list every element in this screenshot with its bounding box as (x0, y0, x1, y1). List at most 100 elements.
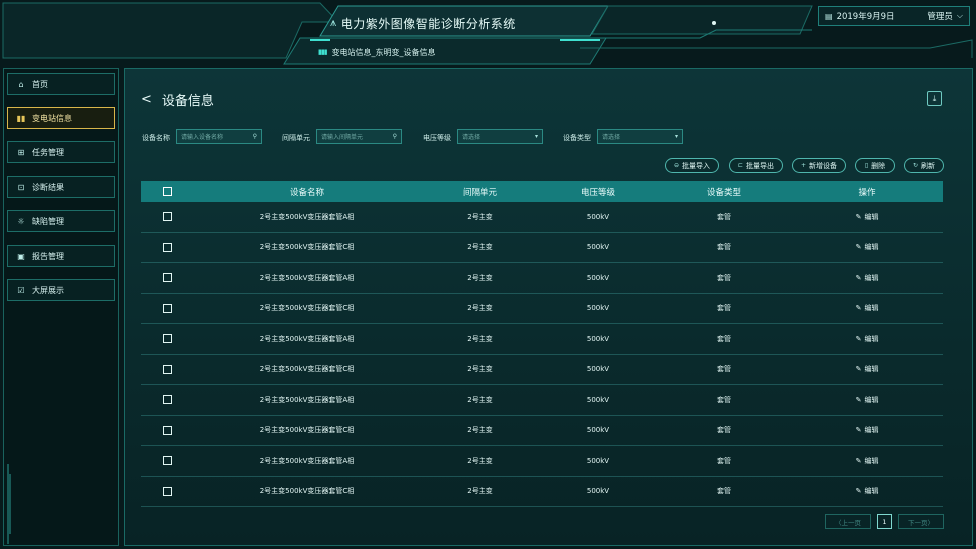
edit-button[interactable]: ✎ 编辑 (856, 273, 879, 283)
row-checkbox[interactable] (162, 303, 172, 313)
refresh-label: 刷新 (921, 161, 936, 170)
bay-label: 间隔单元 (282, 134, 310, 142)
refresh-button[interactable]: ↻ 刷新 (904, 158, 944, 173)
page-title-text: 设备信息 (161, 94, 214, 109)
pencil-icon: ✎ (855, 487, 862, 496)
delete-button[interactable]: ▯ 删除 (855, 158, 895, 173)
sidebar-item-reports[interactable]: ▣ 报告管理 (7, 245, 115, 267)
cell-name: 2号主变500kV变压器套管C相 (259, 243, 355, 252)
pencil-icon: ✎ (855, 426, 862, 435)
cell-voltage: 500kV (586, 334, 610, 343)
edit-button[interactable]: ✎ 编辑 (856, 334, 879, 344)
bay-input[interactable]: 请输入间隔单元 ⚲ (316, 129, 402, 144)
sidebar-item-substation[interactable]: ▮▮ 变电站信息 (7, 107, 115, 129)
sidebar-item-tasks[interactable]: ⊞ 任务管理 (7, 141, 115, 163)
table-row: 2号主变500kV变压器套管C相 2号主变 500kV 套管 ✎ 编辑 (141, 294, 943, 324)
cell-voltage: 500kV (586, 426, 610, 435)
cell-bay: 2号主变 (467, 304, 493, 313)
breadcrumb-text: 变电站信息_东明变_设备信息 (331, 47, 436, 57)
sidebar-item-label: 任务管理 (32, 147, 64, 157)
edit-button[interactable]: ✎ 编辑 (856, 456, 879, 466)
edit-button[interactable]: ✎ 编辑 (856, 486, 879, 496)
sidebar-item-label: 变电站信息 (32, 113, 72, 123)
calendar-icon: ▤ (825, 11, 833, 21)
edit-label: 编辑 (864, 212, 879, 221)
page-title: < 设备信息 (141, 90, 214, 109)
download-icon[interactable]: ⤓ (927, 91, 942, 106)
row-checkbox[interactable] (162, 395, 172, 405)
doc-icon: ▣ (17, 251, 25, 261)
cell-bay: 2号主变 (467, 456, 493, 465)
sidebar: ⌂ 首页 ▮▮ 变电站信息 ⊞ 任务管理 ⊡ 诊断结果 ☼ 缺陷管理 ▣ 报告管… (3, 68, 119, 546)
row-checkbox[interactable] (162, 364, 172, 374)
row-checkbox[interactable] (162, 334, 172, 344)
row-checkbox[interactable] (162, 273, 172, 283)
type-select[interactable]: 请选择 ▾ (597, 129, 683, 144)
edit-label: 编辑 (864, 395, 879, 404)
sidebar-item-home[interactable]: ⌂ 首页 (7, 73, 115, 95)
table-row: 2号主变500kV变压器套管C相 2号主变 500kV 套管 ✎ 编辑 (141, 416, 943, 446)
grid-icon: ⊞ (17, 147, 25, 157)
edit-button[interactable]: ✎ 编辑 (856, 364, 879, 374)
row-checkbox[interactable] (162, 456, 172, 466)
voltage-select[interactable]: 请选择 ▾ (457, 129, 543, 144)
row-checkbox[interactable] (162, 486, 172, 496)
cell-name: 2号主变500kV变压器套管A相 (259, 395, 355, 404)
cell-type: 套管 (717, 243, 731, 252)
pencil-icon: ✎ (855, 212, 862, 221)
sidebar-item-label: 大屏展示 (32, 285, 64, 295)
device-name-input[interactable]: 请输入设备名称 ⚲ (176, 129, 262, 144)
batch-export-label: 批量导出 (746, 161, 775, 170)
pencil-icon: ✎ (855, 334, 862, 343)
voltage-label: 电压等级 (423, 134, 451, 142)
search-icon: ⚲ (392, 133, 397, 140)
add-device-button[interactable]: + 新增设备 (792, 158, 846, 173)
page-number-button[interactable]: 1 (877, 514, 892, 529)
prev-page-button[interactable]: 〈 上一页 (825, 514, 871, 529)
column-header-voltage: 电压等级 (580, 187, 615, 198)
cell-bay: 2号主变 (467, 273, 493, 282)
sidebar-item-defects[interactable]: ☼ 缺陷管理 (7, 210, 115, 232)
cell-type: 套管 (717, 334, 731, 343)
edit-button[interactable]: ✎ 编辑 (856, 242, 879, 252)
cell-voltage: 500kV (586, 243, 610, 252)
pencil-icon: ✎ (855, 243, 862, 252)
bars-icon: ▮▮▮ (318, 48, 328, 56)
pencil-icon: ✎ (855, 365, 862, 374)
app-title: ⩚ 电力紫外图像智能诊断分析系统 (330, 13, 570, 33)
back-icon[interactable]: < (141, 92, 152, 107)
batch-export-button[interactable]: ⊏ 批量导出 (729, 158, 783, 173)
batch-import-label: 批量导入 (682, 161, 711, 170)
sidebar-item-label: 诊断结果 (32, 182, 64, 192)
row-checkbox[interactable] (162, 242, 172, 252)
pencil-icon: ✎ (855, 456, 862, 465)
sidebar-item-bigscreen[interactable]: ☑ 大屏展示 (7, 279, 115, 301)
cell-voltage: 500kV (586, 273, 610, 282)
sidebar-item-label: 缺陷管理 (32, 216, 64, 226)
cell-bay: 2号主变 (467, 212, 493, 221)
edit-label: 编辑 (864, 304, 879, 313)
edit-button[interactable]: ✎ 编辑 (856, 425, 879, 435)
refresh-icon: ↻ (912, 162, 919, 169)
batch-import-button[interactable]: ⊖ 批量导入 (665, 158, 719, 173)
device-table: 设备名称 间隔单元 电压等级 设备类型 操作 2号主变500kV变压器套管A相 … (141, 181, 943, 507)
row-checkbox[interactable] (162, 425, 172, 435)
home-icon: ⌂ (18, 79, 24, 89)
row-checkbox[interactable] (162, 212, 172, 222)
edit-button[interactable]: ✎ 编辑 (856, 212, 879, 222)
edit-button[interactable]: ✎ 编辑 (856, 395, 879, 405)
column-header-bay: 间隔单元 (462, 187, 497, 198)
type-placeholder: 请选择 (602, 134, 621, 141)
column-header-action: 操作 (858, 187, 876, 198)
edit-label: 编辑 (864, 426, 879, 435)
sidebar-item-diagnosis[interactable]: ⊡ 诊断结果 (7, 176, 115, 198)
cell-type: 套管 (717, 395, 731, 404)
breadcrumb: ▮▮▮ 变电站信息_东明变_设备信息 (318, 45, 436, 59)
voltage-placeholder: 请选择 (462, 134, 481, 141)
select-all-checkbox[interactable] (162, 187, 172, 196)
user-menu[interactable]: 管理员 ⌵ (927, 10, 963, 22)
cell-type: 套管 (717, 304, 731, 313)
cell-bay: 2号主变 (467, 334, 493, 343)
edit-button[interactable]: ✎ 编辑 (856, 303, 879, 313)
next-page-button[interactable]: 下一页 〉 (898, 514, 944, 529)
